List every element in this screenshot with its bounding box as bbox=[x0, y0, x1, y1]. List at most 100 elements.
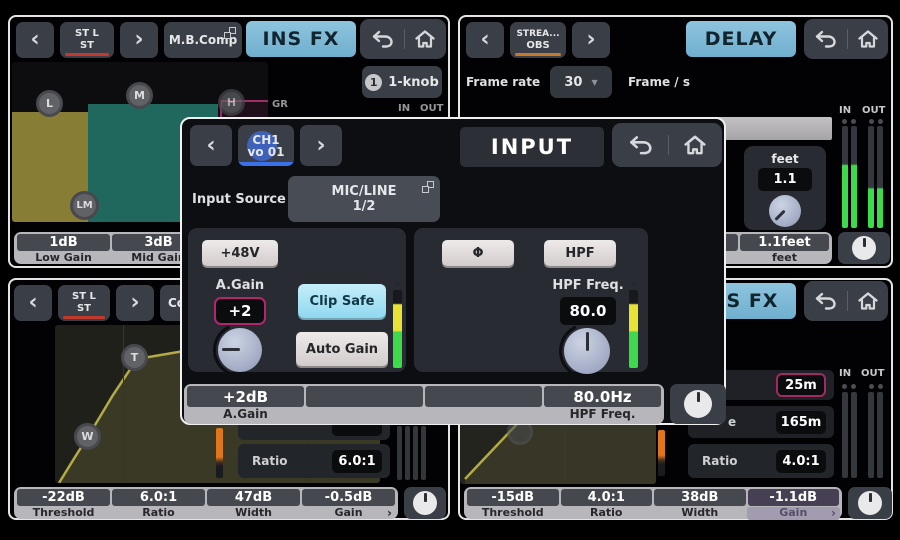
width-node[interactable]: W bbox=[74, 423, 101, 450]
touch-and-turn-button[interactable] bbox=[838, 232, 890, 264]
channel-select-button[interactable]: CH1 vo 01 bbox=[238, 125, 294, 166]
param-cell-width[interactable]: 47dB bbox=[207, 489, 300, 506]
touch-and-turn-button[interactable] bbox=[670, 384, 726, 424]
channel-name-2: ST bbox=[80, 40, 94, 52]
param-cell-threshold[interactable]: -15dB bbox=[467, 489, 559, 506]
gr-meter bbox=[216, 428, 223, 478]
one-knob-button[interactable]: 1 1-knob bbox=[362, 66, 442, 98]
more-chevron-icon[interactable]: › bbox=[831, 507, 836, 519]
chevron-left-icon: ‹ bbox=[480, 29, 489, 51]
param-cell-ratio[interactable]: 6.0:1 bbox=[112, 489, 205, 506]
phantom-48v-button[interactable]: +48V bbox=[202, 240, 278, 266]
ratio-value[interactable]: 4.0:1 bbox=[776, 450, 826, 473]
in-meter bbox=[842, 392, 848, 478]
param-label: Threshold bbox=[16, 507, 111, 520]
hpf-button[interactable]: HPF bbox=[544, 240, 616, 266]
next-channel-button[interactable]: › bbox=[300, 125, 342, 166]
hpf-freq-knob[interactable] bbox=[564, 328, 610, 374]
high-band-node[interactable]: H bbox=[218, 89, 245, 116]
home-button[interactable] bbox=[683, 134, 707, 156]
out-label: OUT bbox=[862, 105, 885, 116]
param-cell-low-gain[interactable]: 1dB bbox=[17, 234, 110, 251]
clip-safe-button[interactable]: Clip Safe bbox=[298, 284, 386, 318]
threshold-node[interactable]: T bbox=[121, 344, 148, 371]
home-button[interactable] bbox=[857, 291, 879, 311]
feet-knob[interactable] bbox=[769, 195, 801, 227]
knob-pointer bbox=[564, 328, 610, 374]
next-channel-button[interactable]: › bbox=[116, 285, 154, 321]
clip-indicator bbox=[631, 281, 636, 286]
back-button[interactable] bbox=[370, 29, 394, 49]
param-cell-gain-selected[interactable]: -1.1dB bbox=[748, 489, 840, 506]
back-button[interactable] bbox=[627, 134, 653, 156]
hpf-freq-value[interactable]: 80.0 bbox=[560, 297, 616, 325]
knob-icon bbox=[684, 390, 712, 418]
channel-select-button[interactable]: STREA... OBS bbox=[510, 22, 566, 58]
out-label: OUT bbox=[420, 103, 443, 114]
analog-gain-value[interactable]: +2 bbox=[214, 297, 266, 325]
clip-indicator bbox=[878, 119, 883, 124]
param-cell-gain[interactable]: -0.5dB bbox=[302, 489, 395, 506]
home-button[interactable] bbox=[857, 29, 879, 49]
auto-gain-button[interactable]: Auto Gain bbox=[296, 332, 388, 366]
param-cell[interactable] bbox=[425, 386, 542, 407]
channel-select-button[interactable]: ST L ST bbox=[60, 22, 114, 58]
input-source-label: Input Source bbox=[192, 192, 286, 207]
touch-and-turn-button[interactable] bbox=[404, 487, 446, 519]
param-cell-feet[interactable]: 1.1feet bbox=[740, 234, 829, 251]
channel-select-button[interactable]: ST L ST bbox=[58, 285, 110, 321]
screen-title-delay[interactable]: DELAY bbox=[686, 21, 796, 57]
attack-value[interactable]: 25m bbox=[776, 373, 826, 397]
param-cell-ratio[interactable]: 4.0:1 bbox=[561, 489, 653, 506]
frame-rate-label: Frame rate bbox=[466, 75, 540, 89]
next-channel-button[interactable]: › bbox=[572, 22, 610, 58]
prev-channel-button[interactable]: ‹ bbox=[190, 125, 232, 166]
param-label: A.Gain bbox=[186, 408, 305, 423]
hpf-freq-label: HPF Freq. bbox=[540, 278, 636, 293]
clip-indicator bbox=[869, 384, 874, 389]
analog-gain-knob[interactable] bbox=[218, 328, 262, 372]
param-cell-again[interactable]: +2dB bbox=[187, 386, 304, 407]
param-cell-hpf-freq[interactable]: 80.0Hz bbox=[544, 386, 661, 407]
undo-icon bbox=[627, 134, 653, 156]
home-icon bbox=[857, 29, 879, 49]
clip-indicator bbox=[842, 119, 847, 124]
prev-channel-button[interactable]: ‹ bbox=[16, 22, 54, 58]
input-source-button[interactable]: MIC/LINE 1/2 bbox=[288, 176, 440, 222]
param-cell-threshold[interactable]: -22dB bbox=[17, 489, 110, 506]
idle-meter bbox=[413, 426, 418, 480]
param-bar: -15dB 4.0:1 38dB -1.1dB Threshold Ratio … bbox=[464, 487, 842, 519]
ratio-label: Ratio bbox=[252, 454, 287, 468]
param-cell-width[interactable]: 38dB bbox=[654, 489, 746, 506]
channel-id: CH1 bbox=[252, 134, 279, 146]
param-label: Low Gain bbox=[16, 252, 111, 265]
release-value[interactable]: 165m bbox=[776, 411, 826, 434]
touch-and-turn-button[interactable] bbox=[848, 487, 892, 519]
frame-rate-dropdown[interactable]: 30 ▼ bbox=[550, 66, 612, 98]
gr-label: GR bbox=[272, 99, 288, 110]
screen-title-ins-fx[interactable]: INS FX bbox=[246, 21, 356, 57]
home-button[interactable] bbox=[414, 29, 436, 49]
channel-name: ST L bbox=[75, 28, 99, 40]
more-chevron-icon[interactable]: › bbox=[387, 507, 392, 519]
feet-label: feet bbox=[744, 152, 826, 166]
home-icon bbox=[857, 291, 879, 311]
prev-channel-button[interactable]: ‹ bbox=[14, 285, 52, 321]
prev-channel-button[interactable]: ‹ bbox=[466, 22, 504, 58]
ratio-value[interactable]: 6.0:1 bbox=[332, 450, 382, 473]
library-button[interactable]: M.B.Comp bbox=[164, 22, 242, 58]
next-channel-button[interactable]: › bbox=[120, 22, 158, 58]
param-label: HPF Freq. bbox=[543, 408, 662, 423]
mid-band-node[interactable]: M bbox=[126, 82, 153, 109]
chevron-right-icon: › bbox=[134, 29, 143, 51]
param-cell[interactable] bbox=[306, 386, 423, 407]
phase-button[interactable]: Φ bbox=[442, 240, 514, 266]
low-mid-node[interactable]: LM bbox=[70, 191, 99, 220]
channel-name-2: ST bbox=[77, 303, 91, 315]
undo-icon bbox=[370, 29, 394, 49]
clip-indicator bbox=[395, 281, 400, 286]
back-button[interactable] bbox=[813, 291, 837, 311]
back-button[interactable] bbox=[813, 29, 837, 49]
gr-meter bbox=[658, 430, 665, 476]
low-band-node[interactable]: L bbox=[36, 90, 63, 117]
